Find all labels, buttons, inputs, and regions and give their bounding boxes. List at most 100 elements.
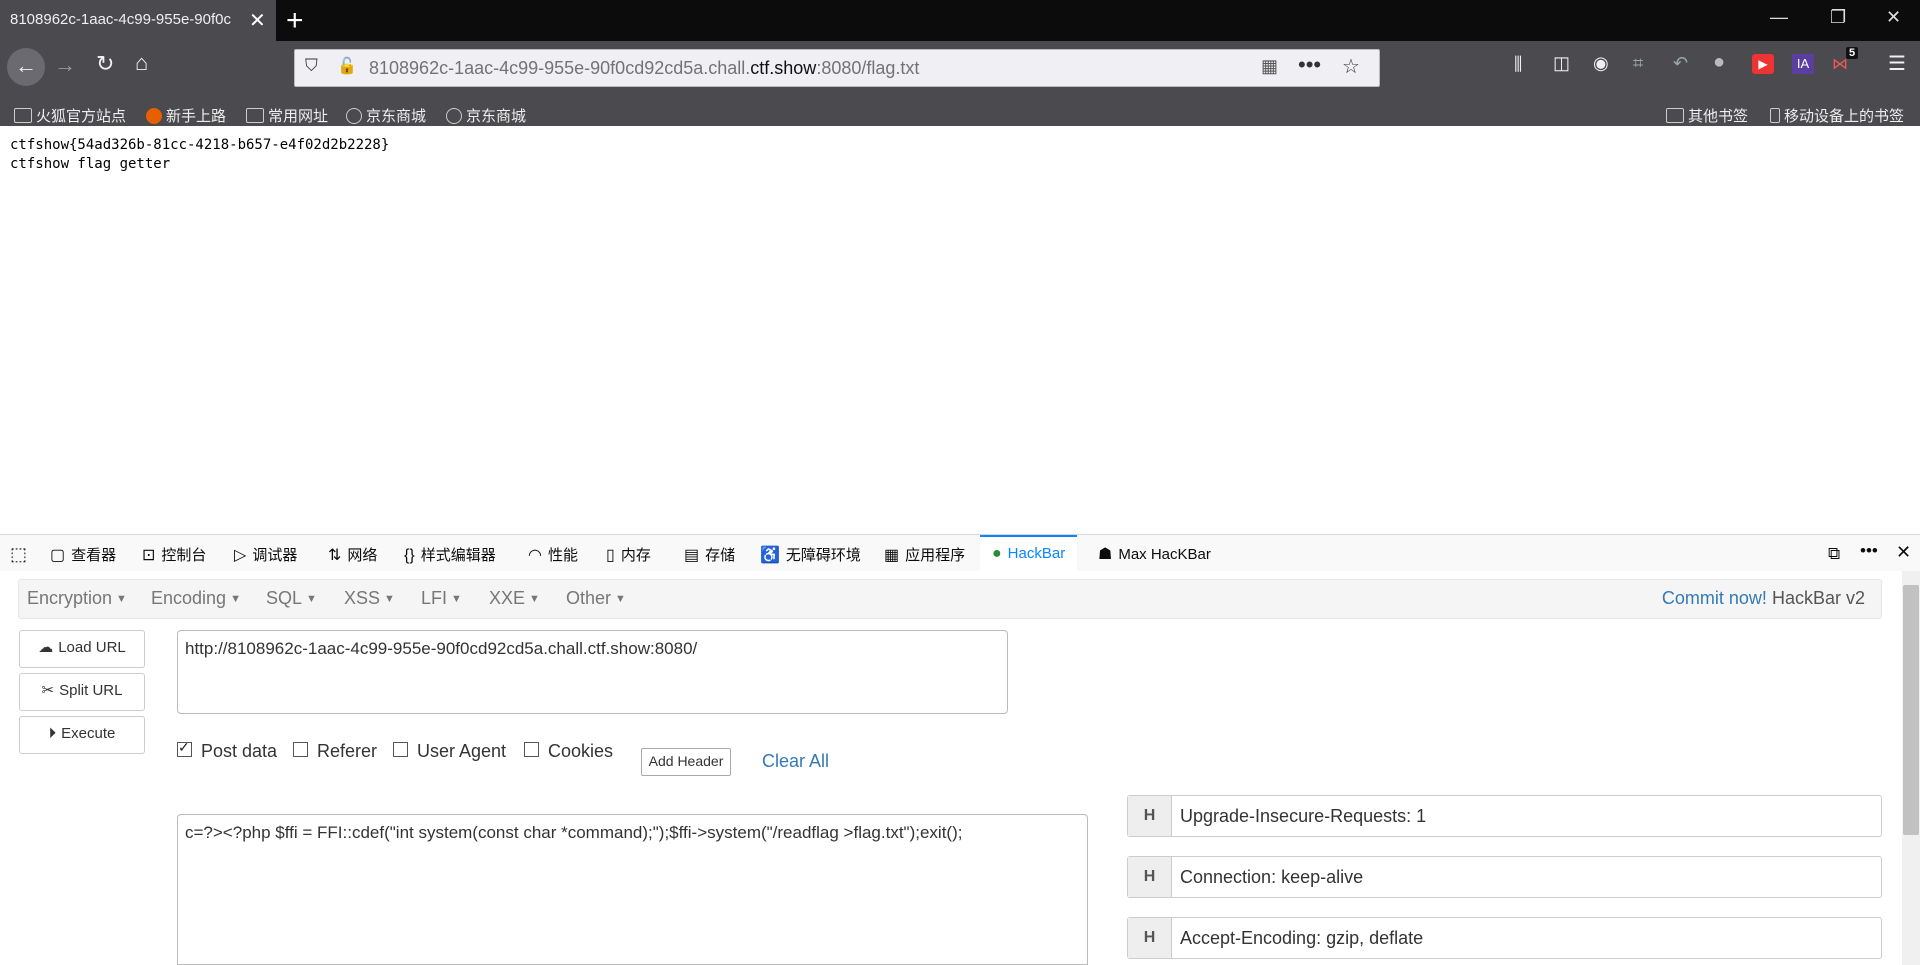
sidebar-icon[interactable]: ◫ <box>1553 53 1570 74</box>
menu-sql[interactable]: SQL ▼ <box>266 588 317 609</box>
menu-encryption[interactable]: Encryption ▼ <box>27 588 127 609</box>
url-textarea[interactable]: http://8108962c-1aac-4c99-955e-90f0cd92c… <box>177 630 1008 714</box>
tab-debugger[interactable]: ▷ 调试器 <box>234 544 297 565</box>
minimize-icon[interactable]: — <box>1770 7 1788 28</box>
insecure-lock-icon[interactable]: 🔓 <box>337 56 357 76</box>
tab-storage[interactable]: ▤ 存储 <box>684 544 735 565</box>
page-actions-icon[interactable]: ••• <box>1298 52 1321 78</box>
play-circle-icon: ⏵ <box>48 725 57 742</box>
bookmark-item[interactable]: 京东商城 <box>446 105 526 126</box>
shield-icon[interactable]: ⛉ <box>305 56 318 76</box>
flag-text: ctfshow{54ad326b-81cc-4218-b657-e4f02d2b… <box>10 136 389 174</box>
scissors-icon: ✂ <box>41 682 55 699</box>
commit-link[interactable]: Commit now! <box>1662 588 1767 608</box>
undo-icon[interactable]: ↶ <box>1673 53 1688 74</box>
tab-close-icon[interactable]: ✕ <box>249 8 266 33</box>
window-close-icon[interactable]: ✕ <box>1886 7 1901 28</box>
forward-button[interactable]: → <box>54 52 76 78</box>
home-icon[interactable]: ⌂ <box>135 50 148 76</box>
header-tag: H <box>1128 857 1172 897</box>
network-icon: ⇅ <box>328 547 342 564</box>
other-bookmarks[interactable]: 其他书签 <box>1666 105 1748 126</box>
globe-icon <box>446 108 462 124</box>
url-bar[interactable]: ⛉ 🔓 8108962c-1aac-4c99-955e-90f0cd92cd5a… <box>294 49 1380 87</box>
back-button[interactable]: ← <box>7 48 45 86</box>
header-value[interactable]: Accept-Encoding: gzip, deflate <box>1180 928 1423 949</box>
post-data-checkbox[interactable]: Post data <box>177 739 277 762</box>
tab-style-editor[interactable]: {} 样式编辑器 <box>404 544 496 565</box>
tab-hackbar[interactable]: ● HackBar <box>980 535 1078 574</box>
bookmark-item[interactable]: 新手上路 <box>146 105 226 126</box>
hackbar-icon: ● <box>992 545 1002 562</box>
extension-play-icon[interactable]: ▶ <box>1752 54 1774 74</box>
tab-inspector[interactable]: ▢ 查看器 <box>50 544 116 565</box>
bookmark-item[interactable]: 京东商城 <box>346 105 426 126</box>
menu-icon[interactable]: ☰ <box>1888 51 1906 76</box>
folder-icon <box>14 108 32 123</box>
execute-button[interactable]: ⏵ Execute <box>19 716 145 754</box>
tab-console[interactable]: ⊡ 控制台 <box>142 544 206 565</box>
header-tag: H <box>1128 918 1172 958</box>
header-value[interactable]: Upgrade-Insecure-Requests: 1 <box>1180 806 1426 827</box>
header-row[interactable]: H Accept-Encoding: gzip, deflate <box>1127 917 1882 959</box>
split-url-button[interactable]: ✂ Split URL <box>19 673 145 711</box>
scrollbar-thumb[interactable] <box>1903 585 1919 835</box>
tab-title: 8108962c-1aac-4c99-955e-90f0c <box>10 11 231 28</box>
browser-tab[interactable]: 8108962c-1aac-4c99-955e-90f0c ✕ <box>0 0 276 41</box>
tab-application[interactable]: ▦ 应用程序 <box>884 544 965 565</box>
menu-xss[interactable]: XSS ▼ <box>344 588 395 609</box>
extension-circle-icon[interactable]: ● <box>1713 51 1725 74</box>
checkbox-checked[interactable] <box>177 739 192 757</box>
tab-max-hackbar[interactable]: ☗ Max HacKBar <box>1098 544 1211 564</box>
header-value[interactable]: Connection: keep-alive <box>1180 867 1363 888</box>
bookmark-folder[interactable]: 火狐官方站点 <box>14 105 126 126</box>
checkbox[interactable] <box>393 742 408 757</box>
clear-all-link[interactable]: Clear All <box>762 751 829 772</box>
firefox-icon <box>146 108 162 124</box>
memory-icon: ▯ <box>606 547 615 564</box>
menu-encoding[interactable]: Encoding ▼ <box>151 588 241 609</box>
tab-performance[interactable]: ◠ 性能 <box>528 544 578 565</box>
bookmark-folder[interactable]: 常用网址 <box>246 105 328 126</box>
caret-down-icon: ▼ <box>451 593 462 605</box>
notification-badge: 5 <box>1846 47 1859 59</box>
caret-down-icon: ▼ <box>230 593 241 605</box>
new-tab-button[interactable]: + <box>286 4 304 38</box>
screenshot-icon[interactable]: ⌗ <box>1633 53 1643 74</box>
cookies-checkbox[interactable]: Cookies <box>524 741 613 762</box>
tab-memory[interactable]: ▯ 内存 <box>606 544 651 565</box>
bookmark-star-icon[interactable]: ☆ <box>1342 54 1360 79</box>
menu-lfi[interactable]: LFI ▼ <box>421 588 462 609</box>
element-picker-icon[interactable]: ⬚ <box>10 544 27 565</box>
restore-icon[interactable]: ❐ <box>1830 7 1846 28</box>
checkbox[interactable] <box>524 742 539 757</box>
qr-code-icon[interactable]: ▦ <box>1261 56 1278 77</box>
tab-network[interactable]: ⇅ 网络 <box>328 544 377 565</box>
user-agent-checkbox[interactable]: User Agent <box>393 741 506 762</box>
mobile-bookmarks[interactable]: 移动设备上的书签 <box>1770 105 1904 126</box>
caret-down-icon: ▼ <box>529 593 540 605</box>
dock-icon[interactable]: ⧉ <box>1828 544 1840 564</box>
account-icon[interactable]: ◉ <box>1593 53 1609 74</box>
reload-icon[interactable]: ↻ <box>96 51 114 77</box>
menu-xxe[interactable]: XXE ▼ <box>489 588 540 609</box>
header-row[interactable]: H Connection: keep-alive <box>1127 856 1882 898</box>
tab-accessibility[interactable]: ♿ 无障碍环境 <box>760 544 861 565</box>
checkbox[interactable] <box>293 742 308 757</box>
flag-line: ctfshow{54ad326b-81cc-4218-b657-e4f02d2b… <box>10 137 390 153</box>
debugger-icon: ▷ <box>234 547 247 564</box>
more-options-icon[interactable]: ••• <box>1860 541 1878 561</box>
grid-icon: ▦ <box>884 547 900 564</box>
header-row[interactable]: H Upgrade-Insecure-Requests: 1 <box>1127 795 1882 837</box>
ia-extension-icon[interactable]: IA <box>1792 54 1814 74</box>
url-text[interactable]: 8108962c-1aac-4c99-955e-90f0cd92cd5a.cha… <box>369 58 919 79</box>
add-header-button[interactable]: Add Header <box>641 748 731 776</box>
storage-icon: ▤ <box>684 547 700 564</box>
library-icon[interactable]: ⫼ <box>1514 54 1522 75</box>
load-url-button[interactable]: ☁ Load URL <box>19 630 145 668</box>
referer-checkbox[interactable]: Referer <box>293 741 377 762</box>
accessibility-icon: ♿ <box>760 547 780 564</box>
menu-other[interactable]: Other ▼ <box>566 588 626 609</box>
post-data-textarea[interactable]: c=?><?php $ffi = FFI::cdef("int system(c… <box>177 814 1088 965</box>
devtools-close-icon[interactable]: ✕ <box>1896 542 1911 563</box>
